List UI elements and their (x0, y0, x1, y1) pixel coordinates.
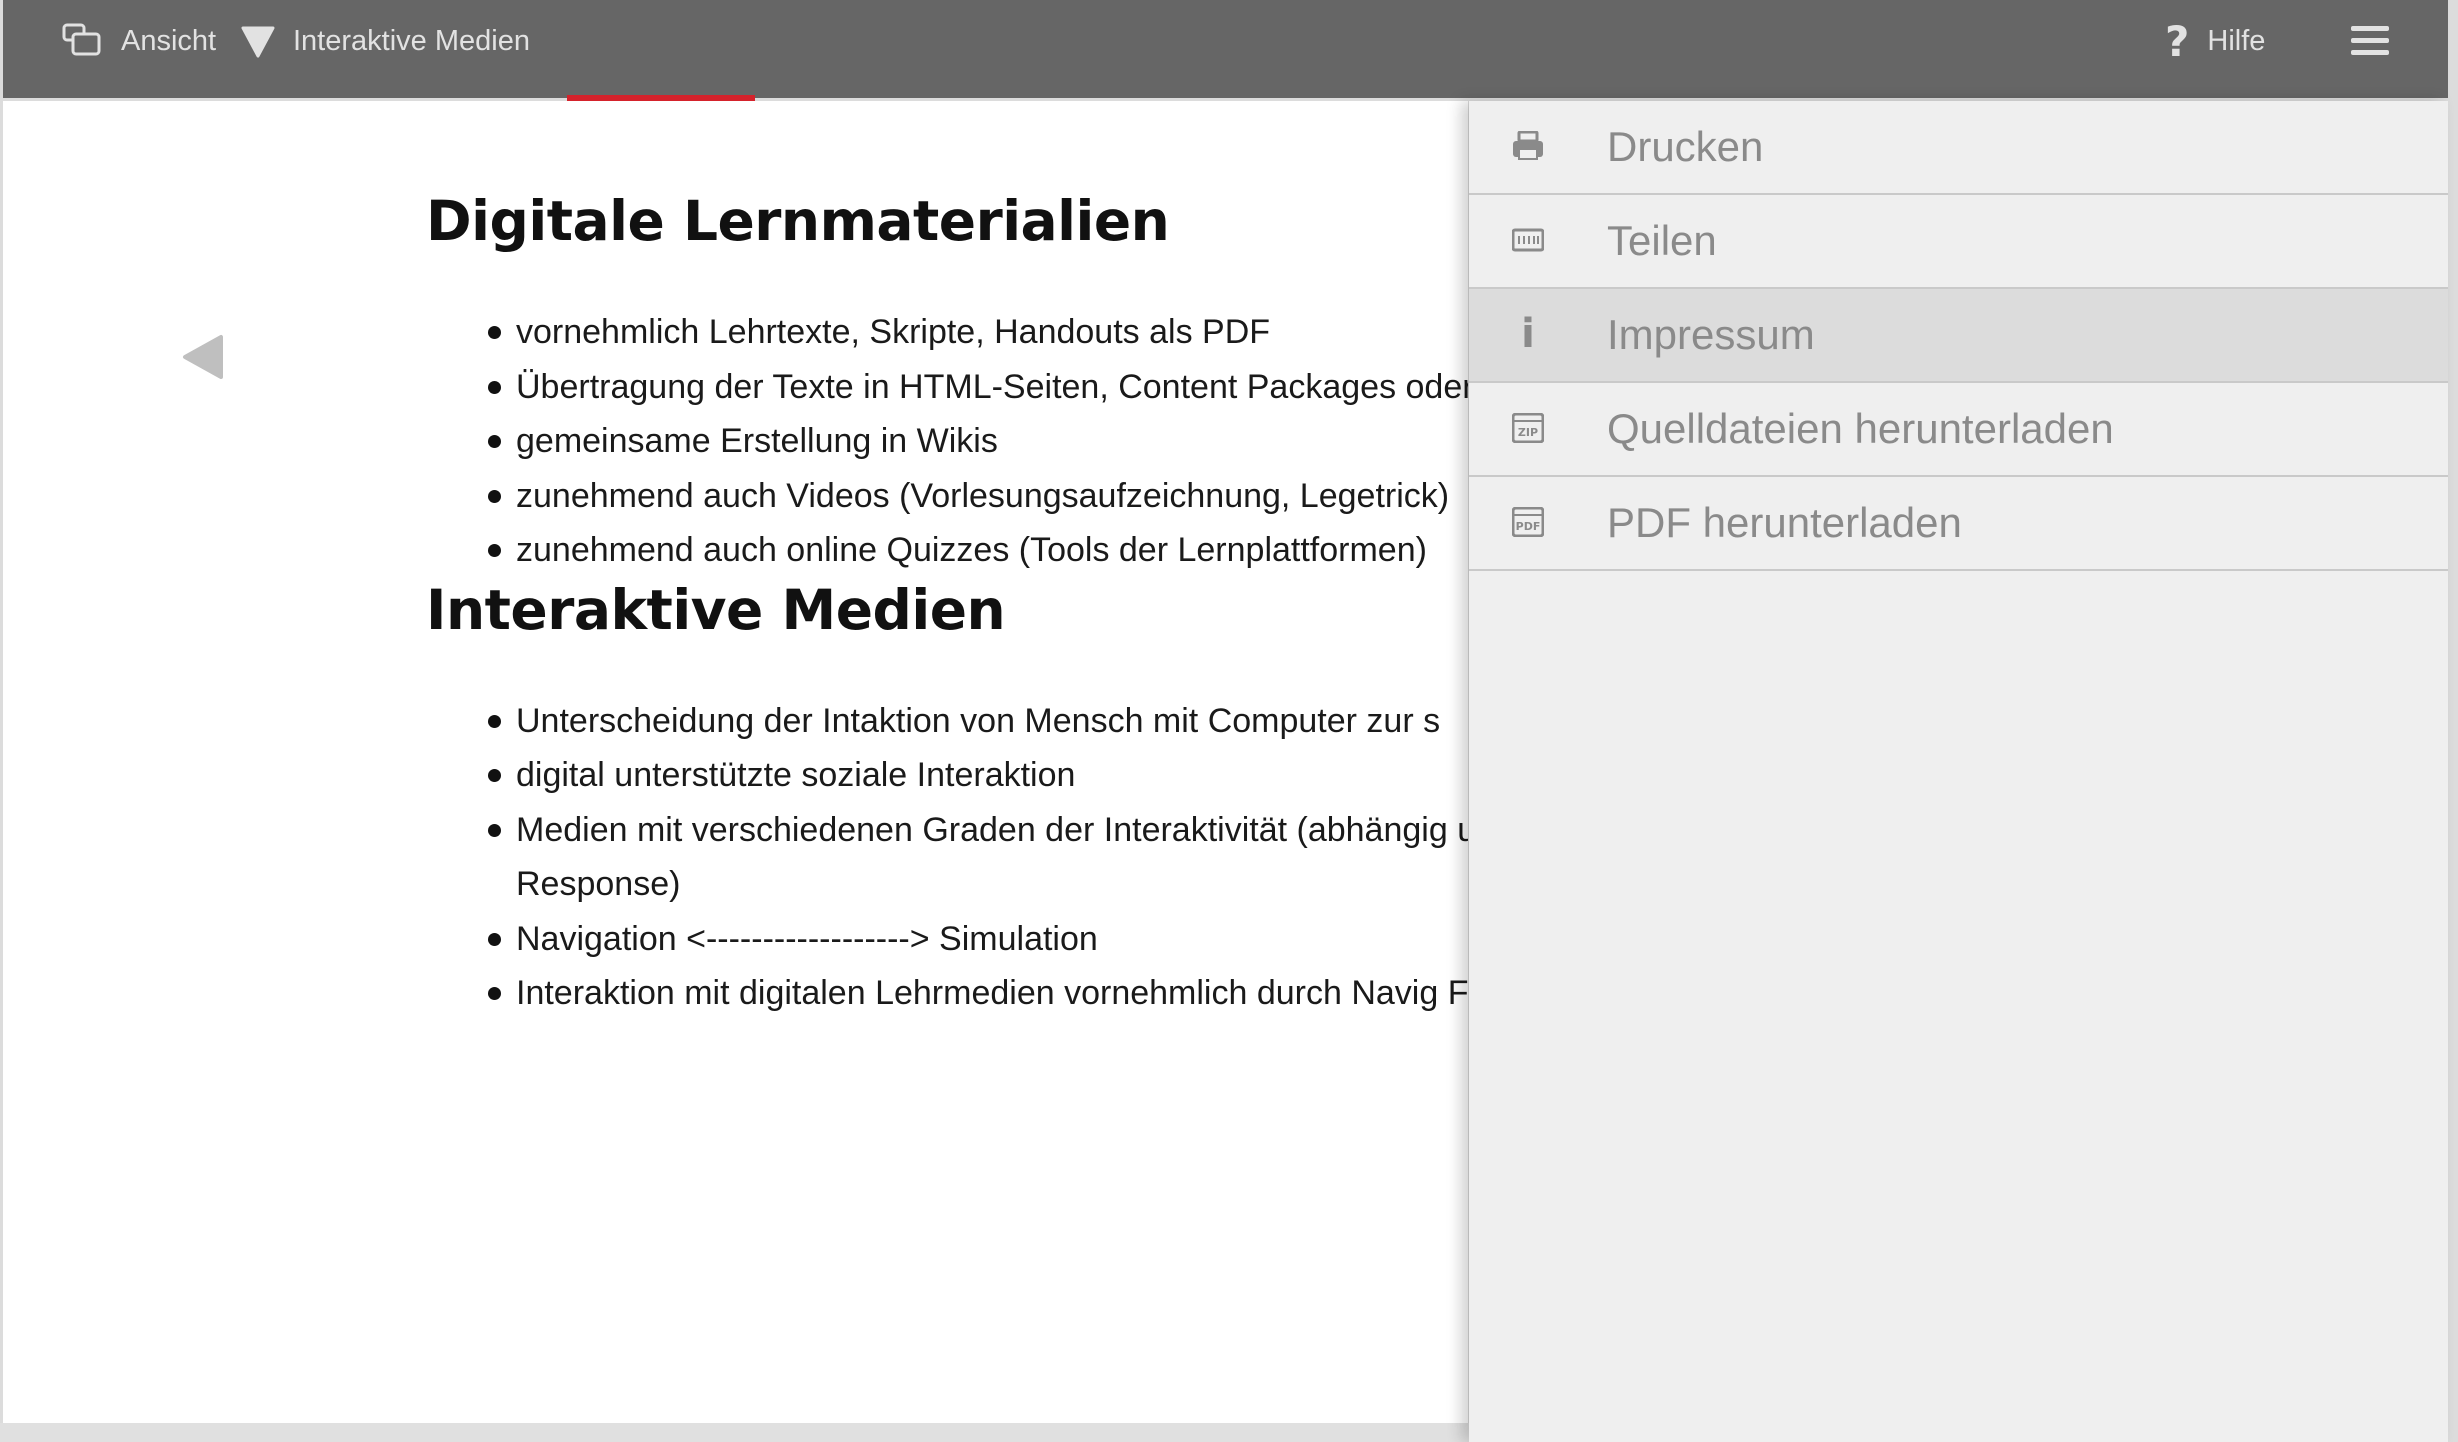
menu-item-label: Teilen (1607, 217, 1717, 264)
bullet-list: Unterscheidung der Intaktion von Mensch … (426, 694, 1468, 1021)
hamburger-icon (2351, 24, 2389, 58)
list-item: vornehmlich Lehrtexte, Skripte, Handouts… (426, 305, 1468, 360)
section-heading: Interaktive Medien (426, 577, 1006, 642)
menu-item-label: PDF herunterladen (1607, 499, 1962, 546)
slide-body: Digitale Lernmaterialien vornehmlich Leh… (426, 189, 1468, 1021)
info-icon: i (1521, 311, 1535, 357)
list-item: Medien mit verschiedenen Graden der Inte… (426, 803, 1468, 912)
list-item: digital unterstützte soziale Interaktion (426, 748, 1468, 803)
hamburger-menu-button[interactable] (2351, 0, 2389, 82)
help-button[interactable]: ? Hilfe (2165, 0, 2265, 82)
menu-item-print[interactable]: Drucken (1469, 101, 2448, 195)
chevron-down-icon (241, 24, 275, 58)
share-icon (1511, 223, 1545, 257)
side-menu-panel: Drucken Teilen i Impressum ZIP Quelldate… (1469, 101, 2448, 1442)
menu-item-label: Quelldateien herunterladen (1607, 405, 2114, 452)
list-item: Übertragung der Texte in HTML-Seiten, Co… (426, 360, 1468, 415)
svg-text:PDF: PDF (1516, 520, 1541, 533)
printer-icon (1511, 129, 1545, 163)
menu-item-label: Impressum (1607, 311, 1815, 358)
menu-item-imprint[interactable]: i Impressum (1469, 289, 2448, 383)
view-label: Ansicht (121, 24, 217, 57)
top-toolbar: Ansicht Interaktive Medien ? Hilfe (3, 0, 2448, 98)
bullet-list: vornehmlich Lehrtexte, Skripte, Handouts… (426, 305, 1468, 578)
list-item: Unterscheidung der Intaktion von Mensch … (426, 694, 1468, 749)
menu-item-share[interactable]: Teilen (1469, 195, 2448, 289)
view-button[interactable]: Ansicht (61, 0, 216, 82)
view-icon (61, 22, 103, 60)
list-item: zunehmend auch online Quizzes (Tools der… (426, 523, 1468, 578)
menu-item-download-pdf[interactable]: PDF PDF herunterladen (1469, 477, 2448, 571)
help-label: Hilfe (2207, 24, 2266, 57)
zip-file-icon: ZIP (1511, 411, 1545, 445)
svg-text:ZIP: ZIP (1518, 426, 1538, 439)
menu-item-label: Drucken (1607, 123, 1764, 170)
pdf-file-icon: PDF (1511, 505, 1545, 539)
question-icon: ? (2165, 16, 2190, 66)
list-item: gemeinsame Erstellung in Wikis (426, 414, 1468, 469)
previous-slide-button[interactable] (181, 333, 225, 386)
arrow-left-icon (181, 335, 225, 385)
slide-content: Digitale Lernmaterialien vornehmlich Leh… (3, 101, 1468, 1423)
list-item: Interaktion mit digitalen Lehrmedien vor… (426, 966, 1468, 1021)
breadcrumb-button[interactable]: Interaktive Medien (241, 0, 530, 82)
section-heading: Digitale Lernmaterialien (426, 189, 1170, 253)
list-item: Navigation <------------------> Simulati… (426, 912, 1468, 967)
menu-item-download-sources[interactable]: ZIP Quelldateien herunterladen (1469, 383, 2448, 477)
bottom-bar (0, 1423, 1469, 1442)
breadcrumb-label: Interaktive Medien (293, 24, 530, 57)
list-item: zunehmend auch Videos (Vorlesungsaufzeic… (426, 469, 1468, 524)
